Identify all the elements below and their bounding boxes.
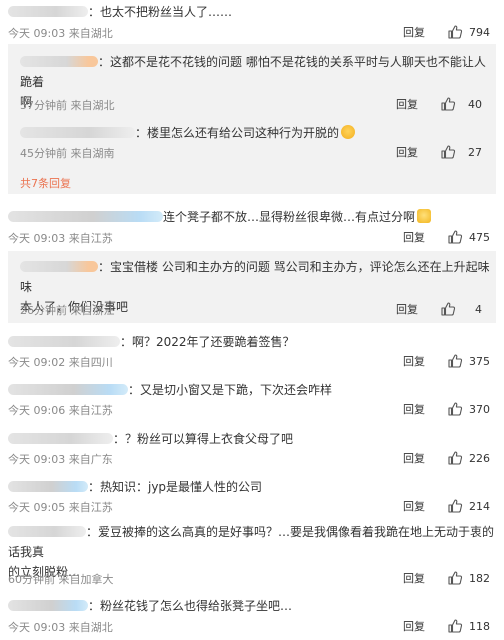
thumbs-up-icon[interactable]: [447, 229, 463, 245]
comment-meta: 今天 09:06 来自江苏: [8, 404, 113, 417]
reply-meta: 45分钟前 来自湖南: [20, 147, 115, 160]
reply-meta: 57分钟前 来自湖北: [20, 99, 115, 112]
comment-text: ：粉丝花钱了怎么也得给张凳子坐吧…: [8, 597, 292, 614]
comment-text: ：？粉丝可以算得上衣食父母了吧: [8, 430, 293, 447]
comment-text: 连个凳子都不放…显得粉丝很卑微…有点过分啊: [8, 208, 432, 225]
username-blurred[interactable]: [8, 384, 128, 395]
reply-thread: ：这都不是花不花钱的问题 哪怕不是花钱的关系平时与人聊天也不能让人跪着啊 57分…: [8, 44, 496, 194]
reply-button[interactable]: 回复: [403, 450, 425, 466]
comment-actions: 回复 182: [403, 570, 490, 586]
comment-actions: 回复 475: [403, 229, 490, 245]
username-blurred[interactable]: [8, 336, 120, 347]
reply-button[interactable]: 回复: [403, 498, 425, 514]
username-blurred[interactable]: [8, 526, 86, 537]
username-blurred[interactable]: [8, 211, 163, 222]
reply-actions: 回复 4: [396, 301, 482, 317]
reply-button[interactable]: 回复: [403, 229, 425, 245]
reply-button[interactable]: 回复: [403, 570, 425, 586]
username-blurred[interactable]: [20, 127, 135, 138]
thumbs-up-icon[interactable]: [447, 401, 463, 417]
reply-button[interactable]: 回复: [396, 301, 418, 317]
like-count: 226: [469, 451, 490, 465]
thumbs-up-icon[interactable]: [447, 618, 463, 634]
thumbs-up-icon[interactable]: [447, 24, 463, 40]
comment-meta: 今天 09:02 来自四川: [8, 356, 113, 369]
like-count: 118: [469, 619, 490, 633]
reply-meta: 26分钟前 来自浙江: [20, 304, 115, 317]
comment-text: ：又是切小窗又是下跪，下次还会咋样: [8, 381, 332, 398]
reply-button[interactable]: 回复: [403, 618, 425, 634]
comment-actions: 回复 118: [403, 618, 490, 634]
comment-meta: 今天 09:03 来自湖北: [8, 27, 113, 40]
comment-text: ：啊？2022年了还要跪着签售？: [8, 333, 295, 350]
like-count: 27: [468, 145, 482, 159]
like-count: 375: [469, 354, 490, 368]
comment-actions: 回复 226: [403, 450, 490, 466]
username-blurred[interactable]: [8, 433, 113, 444]
crying-face-emoji: [341, 125, 356, 139]
reply-actions: 回复 27: [396, 144, 482, 160]
thumbs-up-icon[interactable]: [440, 301, 456, 317]
comment-text: ：也太不把粉丝当人了……: [8, 3, 232, 20]
reply-button[interactable]: 回复: [396, 96, 418, 112]
thumbs-up-icon[interactable]: [440, 144, 456, 160]
comment-text: ：热知识：jyp是最懂人性的公司: [8, 478, 262, 495]
thumbs-up-icon[interactable]: [447, 498, 463, 514]
username-blurred[interactable]: [8, 481, 88, 492]
more-replies-link[interactable]: 共7条回复: [20, 175, 71, 191]
comment-meta: 今天 09:03 来自江苏: [8, 232, 113, 245]
thumbs-up-icon[interactable]: [440, 96, 456, 112]
sweat-face-emoji: [417, 209, 432, 223]
like-count: 475: [469, 230, 490, 244]
comment-actions: 回复 375: [403, 353, 490, 369]
like-count: 182: [469, 571, 490, 585]
comment-meta: 今天 09:03 来自广东: [8, 453, 113, 466]
thumbs-up-icon[interactable]: [447, 450, 463, 466]
comment-actions: 回复 214: [403, 498, 490, 514]
thumbs-up-icon[interactable]: [447, 570, 463, 586]
reply-button[interactable]: 回复: [403, 401, 425, 417]
reply-button[interactable]: 回复: [396, 144, 418, 160]
comment-meta: 今天 09:03 来自湖北: [8, 621, 113, 634]
reply-thread: ：宝宝借楼 公司和主办方的问题 骂公司和主办方，评论怎么还在上升起味味 本人了，你…: [8, 251, 496, 323]
reply-button[interactable]: 回复: [403, 353, 425, 369]
comment-actions: 回复 794: [403, 24, 490, 40]
like-count: 40: [468, 97, 482, 111]
like-count: 794: [469, 25, 490, 39]
reply-button[interactable]: 回复: [403, 24, 425, 40]
username-blurred[interactable]: [8, 6, 88, 17]
comment-meta: 今天 09:05 来自江苏: [8, 501, 113, 514]
like-count: 370: [469, 402, 490, 416]
reply-text: ：楼里怎么还有给公司这种行为开脱的: [20, 124, 356, 141]
comment-actions: 回复 370: [403, 401, 490, 417]
reply-actions: 回复 40: [396, 96, 482, 112]
comment-meta: 60分钟前 来自加拿大: [8, 573, 114, 586]
username-blurred[interactable]: [8, 600, 88, 611]
like-count: 214: [469, 499, 490, 513]
username-blurred[interactable]: [20, 56, 98, 67]
username-blurred[interactable]: [20, 261, 98, 272]
like-count: 4: [475, 302, 482, 316]
thumbs-up-icon[interactable]: [447, 353, 463, 369]
